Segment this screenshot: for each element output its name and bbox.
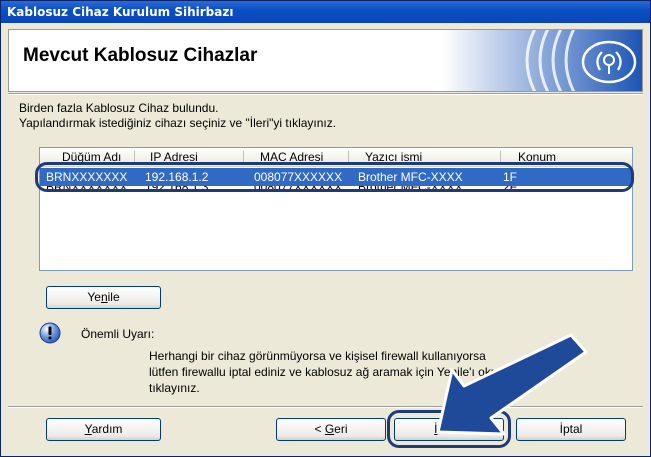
warning-title: Önemli Uyarı: — [81, 327, 155, 341]
refresh-button[interactable]: Yenile — [46, 286, 161, 309]
warning-line-2: lütfen firewallu iptal ediniz ve kablosu… — [149, 365, 524, 379]
warning-line-1: Herhangi bir cihaz görünmüyorsa ve kişis… — [149, 349, 486, 363]
cancel-button[interactable]: İptal — [516, 418, 626, 441]
window-title: Kablosuz Cihaz Kurulum Sihirbazı — [1, 1, 650, 23]
header-banner: Mevcut Kablosuz Cihazlar — [8, 29, 643, 92]
back-button[interactable]: < Geri — [276, 418, 386, 441]
help-button[interactable]: Yardım — [46, 418, 161, 441]
page-title: Mevcut Kablosuz Cihazlar — [23, 45, 258, 66]
exclamation-info-icon — [39, 322, 61, 344]
instruction-line-2: Yapılandırmak istediğiniz cihazı seçiniz… — [19, 116, 337, 130]
wireless-signal-icon — [442, 30, 642, 91]
instruction-line-1: Birden fazla Kablosuz Cihaz bulundu. — [19, 101, 219, 115]
banner-divider — [8, 93, 643, 95]
warning-line-3: tıklayınız. — [149, 381, 200, 395]
next-button-highlight — [387, 410, 511, 448]
selected-row-highlight — [35, 162, 634, 192]
footer-divider — [8, 406, 643, 408]
wizard-window: Kablosuz Cihaz Kurulum Sihirbazı Mevcut … — [0, 0, 651, 457]
